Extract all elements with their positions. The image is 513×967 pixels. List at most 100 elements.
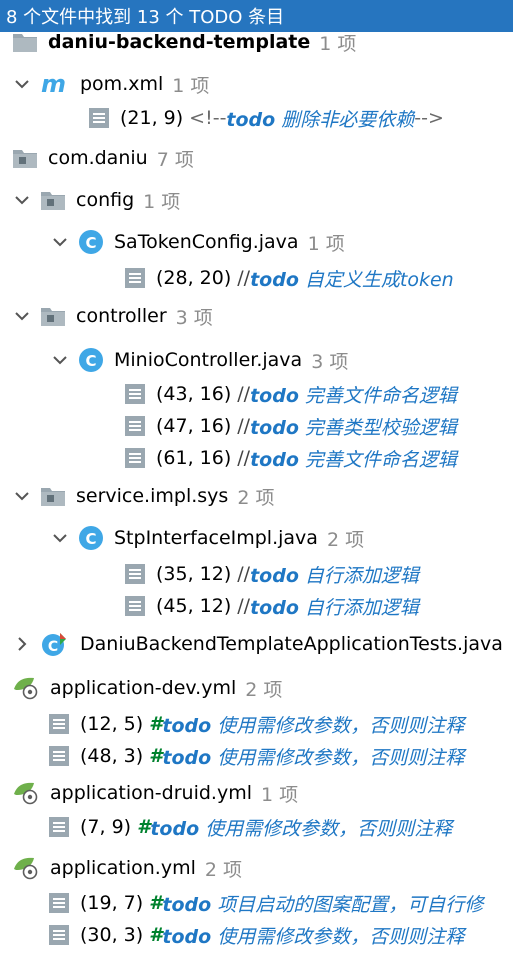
chevron-right-icon[interactable]: [12, 634, 32, 654]
spring-yml-icon: [12, 856, 40, 880]
node-label: service.impl.sys: [76, 485, 229, 507]
todo-text: todo 自行添加逻辑: [250, 561, 419, 588]
node-label: com.daniu: [48, 147, 148, 169]
todo-item-row[interactable]: (61, 16)// todo 完善文件命名逻辑: [0, 442, 513, 474]
node-label: config: [76, 189, 135, 211]
comment-prefix: #: [137, 816, 151, 838]
todo-item-row[interactable]: (30, 3) # todo 使用需修改参数，否则则注释: [0, 919, 513, 951]
todo-item-row[interactable]: (19, 7) # todo 项目启动的图案配置，可自行修: [0, 887, 513, 919]
java-class-icon: C: [78, 229, 104, 255]
todo-location: (47, 16): [156, 415, 232, 437]
maven-node[interactable]: m pom.xml 1 项: [0, 68, 513, 100]
todo-location: (61, 16): [156, 447, 232, 469]
chevron-down-icon[interactable]: [12, 190, 32, 210]
chevron-down-icon[interactable]: [50, 528, 70, 548]
todo-keyword: todo: [162, 714, 212, 737]
comment-prefix: #: [149, 924, 163, 946]
todo-message: 完善类型校验逻辑: [298, 416, 457, 439]
java-class-icon: C: [78, 525, 104, 551]
todo-line-icon: [48, 745, 70, 767]
chevron-down-icon[interactable]: [12, 486, 32, 506]
package-folder-icon: [40, 305, 66, 327]
class-node[interactable]: C SaTokenConfig.java 1 项: [0, 226, 513, 258]
comment-prefix: //: [237, 447, 251, 469]
todo-keyword: todo: [150, 817, 200, 840]
comment-prefix: //: [237, 267, 251, 289]
todo-line-icon: [48, 892, 70, 914]
node-label: pom.xml: [80, 73, 164, 95]
todo-line-icon: [88, 107, 110, 129]
yml-node[interactable]: application-druid.yml 1 项: [0, 777, 513, 809]
node-count: 2 项: [237, 486, 275, 509]
comment-prefix: #: [149, 892, 163, 914]
node-label: MinioController.java: [114, 349, 303, 371]
node-label: application-dev.yml: [50, 677, 237, 699]
package-node[interactable]: service.impl.sys 2 项: [0, 480, 513, 512]
todo-location: (30, 3): [80, 924, 144, 946]
svg-text:C: C: [85, 352, 96, 370]
class-node[interactable]: C MinioController.java 3 项: [0, 344, 513, 376]
todo-line-icon: [124, 595, 146, 617]
module-node[interactable]: daniu-backend-template 1 项: [0, 26, 513, 58]
todo-message: 使用需修改参数，否则则注释: [211, 746, 465, 769]
package-folder-icon: [40, 189, 66, 211]
package-root-node[interactable]: com.daniu 7 项: [0, 142, 513, 174]
todo-item-row[interactable]: (43, 16)// todo 完善文件命名逻辑: [0, 378, 513, 410]
test-class-node[interactable]: C DaniuBackendTemplateApplicationTests.ja…: [0, 628, 513, 660]
todo-text: todo 完善类型校验逻辑: [250, 413, 457, 440]
maven-icon: m: [40, 73, 70, 95]
node-label: SaTokenConfig.java: [114, 231, 299, 253]
chevron-down-icon[interactable]: [50, 350, 70, 370]
package-node[interactable]: controller 3 项: [0, 300, 513, 332]
yml-node[interactable]: application-dev.yml 2 项: [0, 672, 513, 704]
todo-item-row[interactable]: (12, 5) # todo 使用需修改参数，否则则注释: [0, 708, 513, 740]
todo-keyword: todo: [162, 925, 212, 948]
class-node[interactable]: C StpInterfaceImpl.java 2 项: [0, 522, 513, 554]
todo-text: todo 自定义生成token: [250, 265, 454, 292]
node-count: 1 项: [172, 74, 210, 97]
node-count: 1 项: [307, 232, 345, 255]
todo-item-row[interactable]: (47, 16)// todo 完善类型校验逻辑: [0, 410, 513, 442]
node-count: 1 项: [261, 783, 299, 806]
todo-item-row[interactable]: (45, 12)// todo 自行添加逻辑: [0, 590, 513, 622]
todo-message: 使用需修改参数，否则则注释: [211, 925, 465, 948]
todo-keyword: todo: [250, 564, 299, 587]
node-label: StpInterfaceImpl.java: [114, 527, 318, 549]
todo-text: todo 自行添加逻辑: [250, 593, 419, 620]
svg-text:C: C: [85, 234, 96, 252]
todo-message: 完善文件命名逻辑: [298, 448, 457, 471]
todo-line-icon: [48, 816, 70, 838]
java-test-class-icon: C: [40, 631, 70, 657]
node-count: 3 项: [175, 306, 213, 329]
todo-item-row[interactable]: (48, 3) # todo 使用需修改参数，否则则注释: [0, 740, 513, 772]
svg-text:m: m: [41, 73, 66, 95]
svg-text:C: C: [48, 639, 58, 655]
comment-prefix: //: [237, 595, 251, 617]
todo-keyword: todo: [162, 746, 212, 769]
yml-node[interactable]: application.yml 2 项: [0, 852, 513, 884]
spring-yml-icon: [12, 676, 40, 700]
todo-line-icon: [48, 924, 70, 946]
todo-location: (12, 5): [80, 713, 144, 735]
node-count: 2 项: [326, 528, 365, 551]
todo-message: 删除非必要依赖: [275, 108, 415, 131]
todo-item-row[interactable]: (7, 9) # todo 使用需修改参数，否则则注释: [0, 811, 513, 843]
chevron-down-icon[interactable]: [12, 74, 32, 94]
todo-message: 自行添加逻辑: [298, 596, 419, 619]
package-node[interactable]: config 1 项: [0, 184, 513, 216]
chevron-down-icon[interactable]: [12, 306, 32, 326]
todo-location: (43, 16): [156, 383, 232, 405]
todo-item-row[interactable]: (21, 9) <!-- todo 删除非必要依赖 -->: [0, 102, 513, 134]
comment-prefix: <!--: [189, 107, 227, 129]
todo-text: todo 项目启动的图案配置，可自行修: [162, 890, 483, 917]
package-folder-icon: [40, 485, 66, 507]
todo-text: todo 完善文件命名逻辑: [250, 445, 457, 472]
todo-location: (21, 9): [120, 107, 184, 129]
todo-text: todo 删除非必要依赖: [226, 105, 414, 132]
todo-item-row[interactable]: (28, 20)// todo 自定义生成token: [0, 262, 513, 294]
todo-line-icon: [124, 383, 146, 405]
node-count: 3 项: [311, 350, 349, 373]
chevron-down-icon[interactable]: [50, 232, 70, 252]
todo-item-row[interactable]: (35, 12)// todo 自行添加逻辑: [0, 558, 513, 590]
node-label: application.yml: [50, 857, 196, 879]
